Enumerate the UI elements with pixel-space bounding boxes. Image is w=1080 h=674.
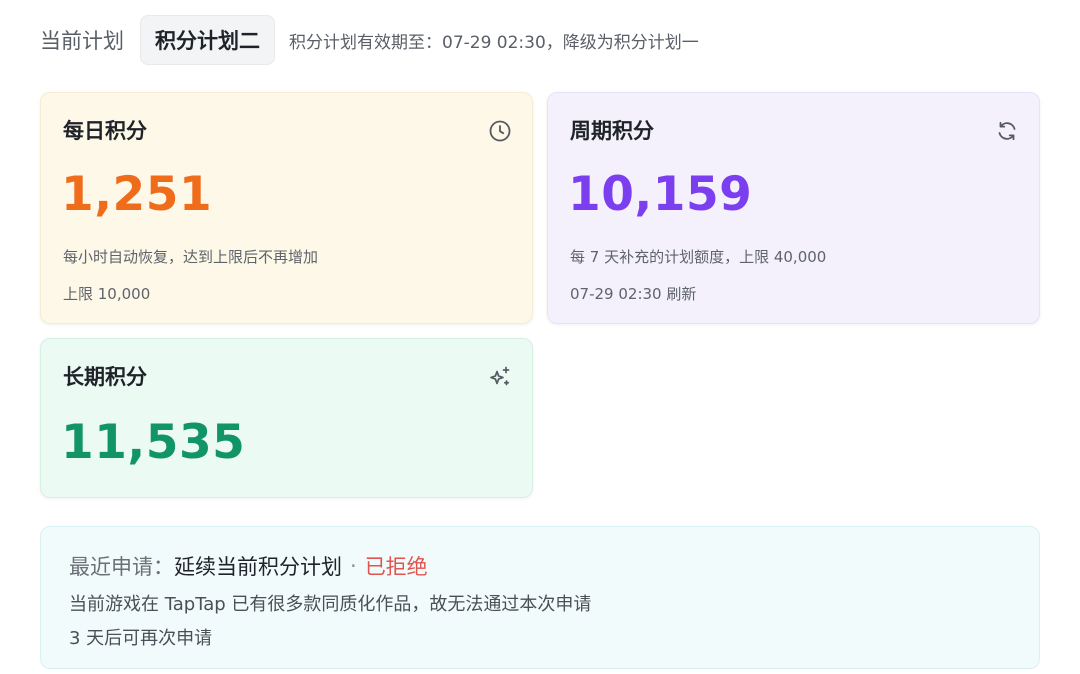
period-points-value: 10,159 [568,167,753,222]
period-points-description: 每 7 天补充的计划额度，上限 40,000 [570,248,827,266]
current-plan-chip[interactable]: 积分计划二 [140,15,275,65]
daily-points-value: 1,251 [61,167,213,222]
plan-expiry-note: 积分计划有效期至：07-29 02:30，降级为积分计划一 [289,32,699,53]
daily-points-description: 每小时自动恢复，达到上限后不再增加 [63,248,319,266]
plan-header: 当前计划 积分计划二 积分计划有效期至：07-29 02:30，降级为积分计划一 [40,15,699,65]
period-points-card: 周期积分 10,159 每 7 天补充的计划额度，上限 40,000 07-29… [547,92,1040,324]
refresh-icon [995,119,1019,143]
daily-points-title: 每日积分 [63,119,147,143]
daily-points-limit: 上限 10,000 [63,285,151,303]
period-points-title: 周期积分 [570,119,654,143]
longterm-points-card: 长期积分 11,535 [40,338,533,498]
recent-application-summary: 最近申请： 延续当前积分计划 · 已拒绝 [69,551,428,581]
period-points-refresh-time: 07-29 02:30 刷新 [570,285,697,303]
rejection-reason: 当前游戏在 TapTap 已有很多款同质化作品，故无法通过本次申请 [69,594,592,615]
daily-points-card: 每日积分 1,251 每小时自动恢复，达到上限后不再增加 上限 10,000 [40,92,533,324]
recent-application-name: 延续当前积分计划 [174,555,342,579]
recent-application-label: 最近申请： [69,555,174,579]
sparkles-icon [488,365,512,389]
application-status-badge: 已拒绝 [364,555,428,579]
recent-application-panel: 最近申请： 延续当前积分计划 · 已拒绝 当前游戏在 TapTap 已有很多款同… [40,526,1040,669]
clock-icon [488,119,512,143]
reapply-note: 3 天后可再次申请 [69,628,213,649]
separator-dot: · [350,554,357,578]
current-plan-label: 当前计划 [40,29,124,53]
longterm-points-value: 11,535 [61,415,246,470]
longterm-points-title: 长期积分 [63,365,147,389]
